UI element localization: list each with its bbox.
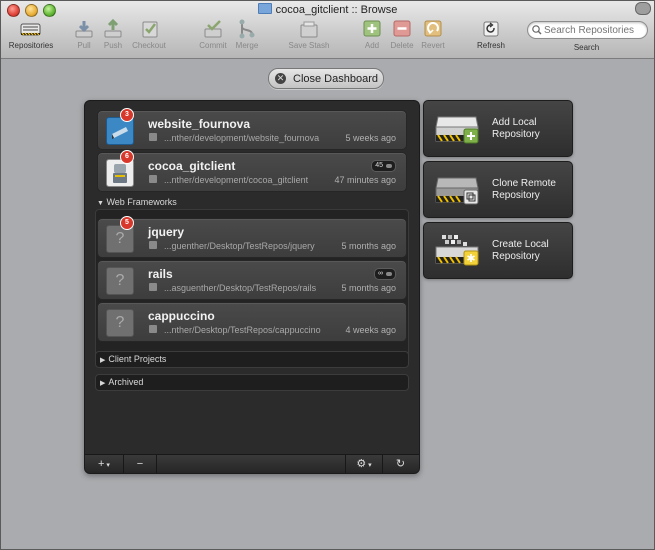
merge-button[interactable]: Merge [233,19,261,55]
repo-name: website_fournova [148,117,251,131]
triangle-right-icon: ▶ [100,357,106,364]
pull-icon [73,19,95,39]
folder-icon [257,3,272,14]
gear-icon: ⚙ [356,458,367,470]
revert-button[interactable]: Revert [419,19,447,55]
search-field[interactable] [527,21,648,39]
delete-icon [391,19,413,39]
status-badge: 5 [120,216,134,230]
remove-repo-button[interactable]: − [124,455,157,473]
folder-icon [149,241,157,249]
folder-icon [149,283,157,291]
repo-item-jquery[interactable]: ? 5 jquery ...guenther/Desktop/TestRepos… [97,216,407,258]
clone-remote-repository-icon [435,177,479,205]
repo-item-website-fournova[interactable]: 3 website_fournova ...nther/development/… [97,108,407,150]
push-icon [102,19,124,39]
repo-name: rails [148,267,173,281]
add-local-repository-button[interactable]: Add Local Repository [423,100,573,157]
status-badge: 3 [120,108,134,122]
group-header-archived[interactable]: ▶ Archived [95,374,409,391]
question-icon: ? [106,309,134,337]
clone-remote-repository-button[interactable]: Clone Remote Repository [423,161,573,218]
gear-button[interactable]: ⚙ ▾ [345,455,383,473]
repositories-button[interactable]: Repositories [7,19,55,55]
toolbar-toggle-button[interactable] [635,2,651,15]
commit-icon [202,19,224,39]
triangle-down-icon: ▼ [97,200,104,207]
toolbar: cocoa_gitclient :: Browse Repositories P… [1,1,654,59]
checkout-button[interactable]: Checkout [129,19,169,55]
repo-time: 47 minutes ago [334,175,396,185]
folder-icon [149,175,157,183]
triangle-right-icon: ▶ [100,380,106,387]
delete-button[interactable]: Delete [388,19,416,55]
action-label: Clone Remote Repository [492,178,556,201]
merge-icon [236,19,258,39]
chevron-down-icon: ▾ [104,462,110,469]
repositories-icon [20,19,42,39]
save-stash-button[interactable]: Save Stash [286,19,332,55]
create-local-repository-button[interactable]: Create Local Repository [423,222,573,279]
action-label: Create Local Repository [492,239,549,262]
checkout-icon [138,19,160,39]
repo-time: 5 weeks ago [345,133,396,143]
revert-icon [422,19,444,39]
stash-icon [298,19,320,39]
group-header-web-frameworks[interactable]: ▼ Web Frameworks [97,197,405,211]
panel-footer: + ▾ − ⚙ ▾ ↻ [85,454,419,473]
repo-item-cocoa-gitclient[interactable]: 6 cocoa_gitclient 45 ...nther/developmen… [97,150,407,192]
search-label: Search [573,43,600,52]
status-badge: 6 [120,150,134,164]
repo-time: 5 months ago [341,283,396,293]
commit-button[interactable]: Commit [197,19,229,55]
folder-icon [149,133,157,141]
add-repo-button[interactable]: + ▾ [85,455,124,473]
search-icon [532,25,542,35]
window-title: cocoa_gitclient :: Browse [1,3,654,16]
repo-path: ...guenther/Desktop/TestRepos/jquery [164,241,315,251]
change-count-badge: 45 [371,160,396,172]
app-window: cocoa_gitclient :: Browse Repositories P… [0,0,655,550]
question-icon: ? [106,267,134,295]
repo-path: ...nther/development/cocoa_gitclient [164,175,309,185]
add-button[interactable]: Add [360,19,384,55]
repo-path: ...nther/development/website_fournova [164,133,320,143]
chevron-down-icon: ▾ [366,462,372,469]
repo-time: 4 weeks ago [345,325,396,335]
push-button[interactable]: Push [100,19,126,55]
repo-time: 5 months ago [341,241,396,251]
repo-name: cocoa_gitclient [148,159,236,173]
repository-panel: 3 website_fournova ...nther/development/… [84,100,420,474]
refresh-list-button[interactable]: ↻ [382,455,419,473]
repo-name: cappuccino [148,309,215,323]
action-label: Add Local Repository [492,117,540,140]
close-icon: ✕ [275,73,286,84]
repo-item-cappuccino[interactable]: ? cappuccino ...nther/Desktop/TestRepos/… [97,302,407,342]
folder-icon [149,325,157,333]
refresh-icon: ↻ [395,458,406,470]
add-icon [361,19,383,39]
group-header-client-projects[interactable]: ▶ Client Projects [95,351,409,368]
repo-path: ...asguenther/Desktop/TestRepos/rails [164,283,317,293]
search-input[interactable] [544,24,644,36]
add-local-repository-icon [435,116,479,144]
refresh-button[interactable]: Refresh [474,19,508,55]
change-count-badge: ∞ [374,268,396,280]
close-dashboard-button[interactable]: ✕ Close Dashboard [268,68,384,89]
repo-path: ...nther/Desktop/TestRepos/cappuccino [164,325,321,335]
repo-item-rails[interactable]: ? rails ∞ ...asguenther/Desktop/TestRepo… [97,260,407,300]
create-local-repository-icon [435,235,479,266]
refresh-icon [480,19,502,39]
pull-button[interactable]: Pull [71,19,97,55]
repo-name: jquery [148,225,185,239]
